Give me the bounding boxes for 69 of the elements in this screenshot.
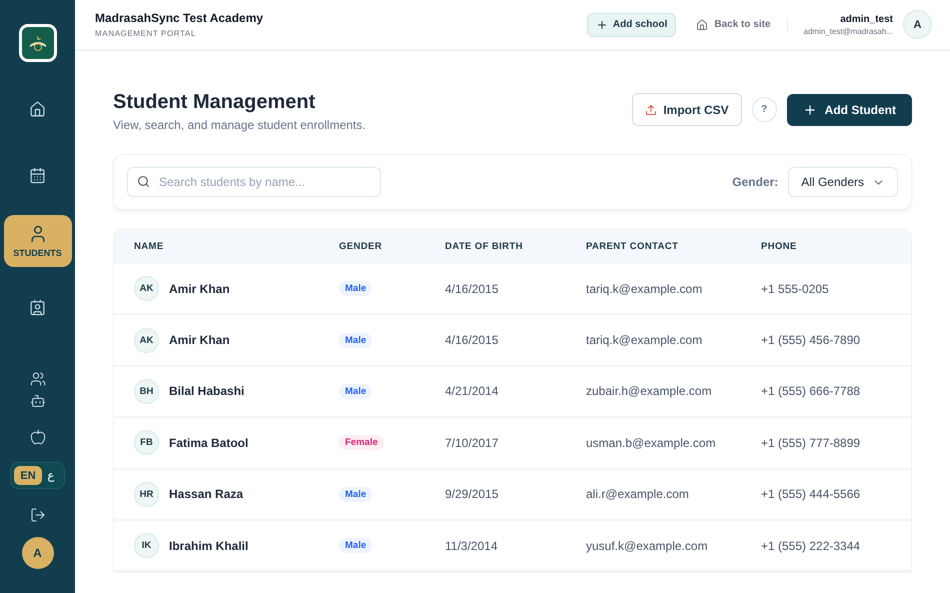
upload-icon [645, 104, 658, 116]
school-name: MadrasahSync Test Academy [95, 11, 264, 25]
plus-icon [802, 102, 817, 116]
user-avatar[interactable]: A [903, 10, 932, 39]
id-card-icon [29, 298, 46, 316]
parent-email: tariq.k@example.com [586, 333, 704, 348]
logout-icon[interactable] [30, 507, 46, 523]
user-avatar[interactable]: A [22, 537, 54, 569]
parent-email: zubair.h@example.com [586, 384, 713, 398]
gender-tag: Male [339, 384, 372, 399]
parent-email: yusuf.k@example.com [586, 538, 709, 553]
nav-item[interactable]: STUDENTS [4, 215, 72, 267]
phone-number: +1 (555) 222-3344 [761, 538, 862, 553]
add-school-button[interactable]: Add school [586, 12, 676, 36]
parent-email: usman.b@example.com [586, 436, 717, 450]
birth-date: 4/16/2015 [445, 333, 500, 348]
phone-number: +1 (555) 777-8899 [761, 436, 862, 450]
calendar-icon [29, 166, 46, 184]
phone-number: +1 555-0205 [761, 282, 830, 296]
gender-label: Gender: [732, 175, 778, 189]
user-email: admin_test@madrasah... [804, 26, 893, 36]
help-button[interactable]: ? [752, 97, 777, 122]
birth-date: 4/21/2014 [445, 384, 500, 398]
add-student-button[interactable]: Add Student [786, 94, 912, 126]
gender-tag: Male [339, 486, 372, 502]
student-name: Fatima Batool [169, 436, 248, 450]
column-header: PHONE [761, 241, 798, 252]
home-icon [29, 100, 46, 118]
column-header: PARENT CONTACT [586, 241, 680, 252]
column-header: NAME [134, 241, 165, 252]
gender-tag: Female [339, 435, 384, 450]
birth-date: 7/10/2017 [445, 436, 500, 450]
birth-date: 4/16/2015 [445, 282, 500, 296]
page-subtitle: View, search, and manage student enrollments. [113, 118, 366, 132]
phone-number: +1 (555) 666-7788 [761, 384, 862, 398]
logo-icon [18, 24, 56, 62]
gender-tag: Male [339, 538, 372, 554]
plus-icon [596, 18, 608, 30]
initials-avatar: HR [134, 482, 159, 507]
birth-date: 11/3/2014 [445, 538, 498, 553]
search-field[interactable]: Search students by name... [127, 167, 381, 197]
phone-number: +1 (555) 456-7890 [761, 333, 862, 348]
column-header: GENDER [339, 241, 384, 252]
student-name: Amir Khan [169, 282, 230, 296]
gender-tag: Male [339, 332, 372, 348]
student-name: Ibrahim Khalil [169, 538, 248, 553]
language-option[interactable]: EN [14, 466, 42, 485]
phone-number: +1 (555) 444-5566 [761, 487, 862, 502]
birth-date: 9/29/2015 [445, 487, 500, 502]
student-name: Amir Khan [169, 333, 230, 348]
initials-avatar: FB [134, 430, 159, 456]
page-title: Student Management [113, 91, 316, 114]
initials-avatar: IK [134, 533, 159, 558]
initials-avatar: AK [134, 328, 159, 353]
home-icon [696, 18, 708, 30]
portal-subtitle: MANAGEMENT PORTAL [95, 29, 197, 38]
gender-dropdown[interactable]: All Genders [788, 167, 898, 197]
user-name: admin_test [840, 14, 893, 24]
back-to-site-link[interactable]: Back to site [696, 18, 788, 30]
initials-avatar: BH [134, 378, 159, 404]
language-option[interactable]: ع [42, 466, 61, 485]
parent-email: ali.r@example.com [586, 487, 690, 502]
student-name: Hassan Raza [169, 487, 244, 502]
parent-email: tariq.k@example.com [586, 282, 704, 296]
gender-tag: Male [339, 281, 372, 296]
column-header: DATE OF BIRTH [445, 241, 524, 252]
initials-avatar: AK [134, 276, 159, 302]
import-csv-button[interactable]: Import CSV [632, 93, 742, 126]
student-name: Bilal Habashi [169, 384, 244, 398]
